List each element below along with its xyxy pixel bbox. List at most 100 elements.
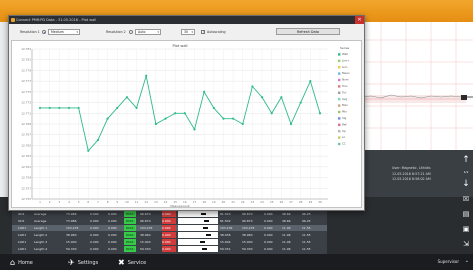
table-cell: Length 2 <box>34 233 48 237</box>
export-icon[interactable]: ⇲ <box>460 239 472 249</box>
data-point <box>318 112 322 115</box>
table-cell: 15.000 <box>242 240 253 244</box>
arrow-down-icon[interactable]: ↓ <box>460 179 472 189</box>
resolution1-value: Medium <box>51 29 64 34</box>
close-box-icon[interactable]: ☒ <box>460 194 472 204</box>
dialog-titlebar[interactable]: Connect PMR:PD Data - 31.05.2016 - Plot … <box>9 16 364 24</box>
x-tick-label: 5 <box>78 200 80 204</box>
resolution1-group: Resolution 1 <box>20 28 40 35</box>
resolution2-select[interactable]: Auto ▾ <box>135 28 161 35</box>
table-row[interactable]: OD1 Average 73.986 0.000 0.000 PASS 96.670 0.00… <box>12 211 327 217</box>
refresh-button[interactable]: Refresh Data <box>276 28 340 35</box>
autoscale-label-wrap: Autoscaling <box>207 28 226 35</box>
y-tick-label: 12.771 <box>21 111 31 115</box>
chevron-down-icon: ▾ <box>76 29 78 34</box>
chevron-down-icon[interactable]: ⌄ <box>465 258 469 264</box>
legend-label: Avg <box>342 97 347 101</box>
settings-icon: ✈ <box>68 258 75 267</box>
table-cell: LOD1 <box>18 247 27 251</box>
table-cell: 11.55 <box>302 247 311 251</box>
table-cell: 0.000 <box>264 233 273 237</box>
table-cell: 0.000 <box>90 226 99 230</box>
data-point <box>193 128 196 131</box>
table-row[interactable]: LOD1 Length 2 38.960 0.000 0.000 PASS 38.960 0.… <box>12 232 327 238</box>
tolerance-bar <box>178 246 218 252</box>
nav-service[interactable]: ✖ Service <box>118 257 146 268</box>
table-cell: 0.000 <box>108 212 117 216</box>
table-cell: PASS <box>124 211 136 217</box>
nav-settings[interactable]: ✈ Settings <box>68 257 98 268</box>
table-row[interactable]: LOD1 Length 3 15.000 0.000 0.000 PASS 15.000 0.… <box>12 239 327 245</box>
x-tick-label: 27 <box>289 200 293 204</box>
legend-swatch <box>338 59 341 62</box>
table-row[interactable]: LOD1 Length 1 103.233 0.000 0.000 PASS 103.233… <box>12 225 327 231</box>
table-cell: 0.000 <box>264 247 273 251</box>
y-tick-label: 12.757 <box>21 186 31 190</box>
data-point <box>280 96 283 99</box>
dialog-title: Connect PMR:PD Data - 31.05.2016 - Plot … <box>16 18 97 22</box>
data-point <box>232 117 235 120</box>
legend-swatch <box>338 110 341 114</box>
wrench-icon: ✖ <box>118 258 125 267</box>
x-tick-label: 10 <box>125 200 129 204</box>
table-cell: 0.000 <box>90 247 99 251</box>
x-tick-label: 14 <box>164 200 168 204</box>
table-cell: 81.502 <box>220 219 231 223</box>
resolution1-select-wrap: Medium ▾ <box>48 28 80 35</box>
legend-label: Ref <box>342 122 348 126</box>
user-label[interactable]: Supervisor <box>438 259 459 264</box>
app-icon <box>11 18 15 22</box>
resolution2-radio[interactable] <box>129 29 133 34</box>
legend-label: Max <box>342 103 348 107</box>
table-cell: 0.000 <box>162 211 176 217</box>
tolerance-bar <box>178 239 218 245</box>
table-cell: 15.000 <box>140 240 151 244</box>
legend-swatch <box>338 91 341 94</box>
x-tick-label: 20 <box>222 200 226 204</box>
legend-swatch <box>338 130 341 133</box>
close-icon[interactable]: ✕ <box>355 16 364 24</box>
x-tick-label: 30 <box>318 200 322 204</box>
data-point <box>299 101 302 104</box>
print-icon[interactable]: ▤ <box>460 209 472 219</box>
resolution1-radio[interactable] <box>42 29 46 34</box>
table-cell: 15.000 <box>66 240 77 244</box>
resolution1-select[interactable]: Medium ▾ <box>48 28 80 35</box>
y-tick-label: 12.761 <box>21 165 31 169</box>
number-select-wrap: 30 ▾ <box>181 28 195 35</box>
table-cell: 48.66 <box>282 212 291 216</box>
autoscale-checkbox[interactable] <box>201 29 205 34</box>
tolerance-marker <box>206 234 211 236</box>
table-cell: OD1 <box>18 219 25 223</box>
tolerance-bar <box>178 218 218 224</box>
table-cell: OD1 <box>18 212 25 216</box>
table-row[interactable]: LOD1 Length 4 59.330 0.000 0.000 PASS 59.330 0.… <box>12 246 327 252</box>
table-cell: 0.000 <box>162 232 176 238</box>
background-chart-panel <box>360 22 473 150</box>
nav-home-label: Home <box>18 259 33 266</box>
resolution2-radio-wrap <box>129 28 133 35</box>
x-tick-label: 3 <box>58 200 60 204</box>
legend-swatch <box>338 142 341 146</box>
table-row[interactable]: OD1 Average 73.986 0.000 0.000 PASS 96.670 0.00… <box>12 218 327 224</box>
table-cell: 0.000 <box>264 240 273 244</box>
y-tick-label: 12.777 <box>21 79 31 83</box>
data-point <box>48 106 51 110</box>
resolution2-label: Resolution 2 <box>106 29 126 34</box>
legend-swatch <box>338 53 341 56</box>
right-toolbar: ↑ 1/1 ↓ ☒ ▤ ▣ ⇲ <box>459 155 473 255</box>
number-select[interactable]: 30 ▾ <box>181 28 195 35</box>
table-cell: 0.000 <box>108 219 117 223</box>
nav-home[interactable]: ⌂ Home <box>10 257 33 268</box>
legend-label: Min <box>342 110 347 114</box>
y-tick-label: 12.779 <box>21 68 31 72</box>
autoscale-label: Autoscaling <box>207 29 226 34</box>
save-icon[interactable]: ▣ <box>460 224 472 234</box>
tolerance-marker <box>203 227 208 229</box>
y-tick-label: 12.755 <box>21 197 31 201</box>
table-cell: PASS <box>124 246 136 252</box>
resolution2-value: Auto <box>138 29 146 34</box>
data-point <box>260 96 264 99</box>
data-point <box>96 138 100 142</box>
arrow-up-icon[interactable]: ↑ <box>460 155 472 165</box>
